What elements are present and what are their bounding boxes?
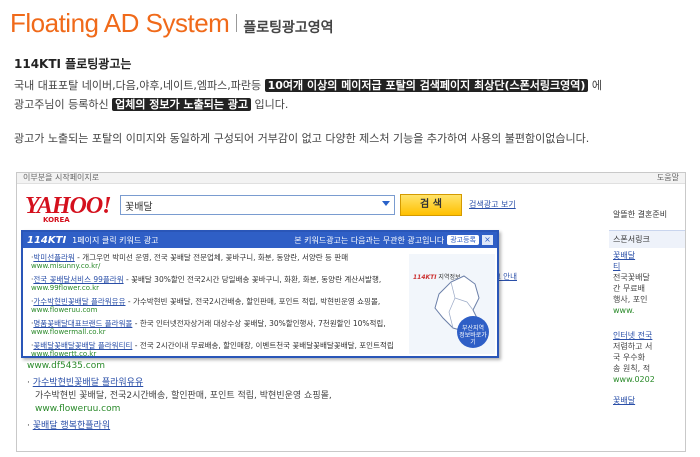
busan-map-banner[interactable]: 114KTI 지역정보 부산지역 정보바로가기 bbox=[409, 254, 495, 354]
portal-screenshot: 이부분을 시작페이지로 도움말 YAHOO! KOREA 꽃배달 검 색 검색광… bbox=[16, 172, 686, 452]
brand-divider bbox=[236, 14, 238, 32]
sponsor-desc: 전국꽃배달 bbox=[613, 273, 650, 282]
popup-ad-item: ·전국 꽃배달서비스 99플라워 - 꽃배달 30%할인 전국2시간 당일배송 … bbox=[31, 275, 396, 292]
intro-p1-end: 에 bbox=[588, 79, 602, 92]
intro-paragraph-2: 광고주님이 등록하신 업체의 정보가 노출되는 광고 입니다. bbox=[14, 96, 288, 114]
busan-region-badge[interactable]: 부산지역 정보바로가기 bbox=[457, 316, 489, 348]
popup-ad-title[interactable]: 박미선플라워 bbox=[33, 253, 74, 262]
popup-ad-desc: - 꽃배달 30%할인 전국2시간 당일배송 꽃바구니, 화환, 화분, 동양란… bbox=[123, 275, 382, 284]
search-query-text: 꽃배달 bbox=[125, 201, 153, 213]
portal-topstrip-right[interactable]: 도움말 bbox=[657, 173, 679, 183]
popup-ad-item: ·가수박현빈꽃배달 플라워유유 - 가수박현빈 꽃배달, 전국2시간배송, 할인… bbox=[31, 297, 396, 314]
yahoo-logo[interactable]: YAHOO! KOREA bbox=[25, 193, 112, 224]
intro-heading: 114KTI 플로팅광고는 bbox=[14, 57, 132, 71]
result-item: · 가수박현빈꽃배달 플라워유유 가수박현빈 꽃배달, 전국2시간배송, 할인판… bbox=[27, 377, 332, 416]
portal-topstrip-left[interactable]: 이부분을 시작페이지로 bbox=[23, 173, 99, 183]
floating-ad-popup[interactable]: 114KTI 1페이지 클릭 키워드 광고 본 키워드광고는 다음과는 무관한 … bbox=[21, 230, 499, 358]
popup-ad-title[interactable]: 꽃배달꽃배달꽃배달 플라워티티 bbox=[33, 341, 132, 350]
portal-search-button[interactable]: 검 색 bbox=[400, 194, 462, 216]
sponsor-desc: 저렴하고 서 bbox=[613, 342, 653, 351]
portal-search-input[interactable]: 꽃배달 bbox=[120, 195, 395, 215]
popup-ad-title[interactable]: 전국 꽃배달서비스 99플라워 bbox=[33, 275, 123, 284]
close-icon[interactable]: × bbox=[482, 235, 493, 245]
right-sponsor-column: 스폰서링크 꽃배달 티 전국꽃배달 간 무료배 행사, 포인 www. 인터넷 … bbox=[609, 230, 685, 408]
popup-ad-list: ·박미선플라워 - 개그우먼 박미선 운영, 전국 꽃배달 전문업체, 꽃바구니… bbox=[31, 253, 396, 363]
popup-ad-desc: - 가수박현빈 꽃배달, 전국2시간배송, 할인판매, 포인트 적립, 박현빈운… bbox=[125, 297, 381, 306]
chevron-down-icon[interactable] bbox=[382, 201, 390, 206]
sponsor-desc: 행사, 포인 bbox=[613, 295, 648, 304]
popup-header: 114KTI 1페이지 클릭 키워드 광고 본 키워드광고는 다음과는 무관한 … bbox=[23, 232, 497, 248]
popup-ad-url[interactable]: www.99flower.co.kr bbox=[31, 284, 396, 292]
result-title[interactable]: 가수박현빈꽃배달 플라워유유 bbox=[33, 378, 144, 388]
popup-ad-desc: - 개그우먼 박미선 운영, 전국 꽃배달 전문업체, 꽃바구니, 화분, 동양… bbox=[74, 253, 349, 262]
result-item: · 꽃배달 행복한플라워 bbox=[27, 420, 110, 433]
intro-p2-end: 입니다. bbox=[251, 98, 289, 111]
sponsor-item: 인터넷 전국 저렴하고 서 국 우수화 송 원칙, 적 www.0202 bbox=[609, 328, 685, 387]
sponsor-title[interactable]: 꽃배달 bbox=[613, 395, 683, 406]
popup-ad-url[interactable]: www.flowermall.co.kr bbox=[31, 328, 396, 336]
popup-logo: 114KTI bbox=[27, 234, 67, 246]
popup-ad-title[interactable]: 가수박현빈꽃배달 플라워유유 bbox=[33, 297, 125, 306]
popup-ad-item: ·명품꽃배달대표브랜드 플라워몰 - 한국 인터넷전자상거래 대상수상 꽃배달,… bbox=[31, 319, 396, 336]
intro-paragraph-3: 광고가 노출되는 포탈의 이미지와 동일하게 구성되어 거부감이 없고 다양한 … bbox=[14, 132, 590, 145]
intro-paragraph-1: 국내 대표포탈 네이버,다음,야후,네이트,엠파스,파란등 10여개 이상의 메… bbox=[14, 77, 602, 95]
sponsor-desc: 간 무료배 bbox=[613, 284, 645, 293]
sponsor-desc: 송 원칙, 적 bbox=[613, 364, 651, 373]
sponsor-title[interactable]: 꽃배달 bbox=[613, 250, 683, 261]
brand-title: Floating AD System bbox=[10, 8, 230, 38]
sponsor-link-heading: 스폰서링크 bbox=[609, 230, 685, 248]
result-title-row: · 꽃배달 행복한플라워 bbox=[27, 421, 111, 431]
sponsor-url[interactable]: www. bbox=[613, 305, 683, 316]
sponsor-title-cont[interactable]: 티 bbox=[613, 261, 683, 272]
intro-p1-highlight: 10여개 이상의 메이저급 포탈의 검색페이지 최상단(스폰서링크영역) bbox=[264, 79, 589, 92]
wedding-prep-link[interactable]: 알뜰한 결혼준비 bbox=[613, 209, 667, 220]
sponsor-desc: 국 우수화 bbox=[613, 353, 645, 362]
portal-top-strip: 이부분을 시작페이지로 도움말 bbox=[17, 173, 685, 184]
intro-p2-text: 광고주님이 등록하신 bbox=[14, 98, 113, 111]
result-title[interactable]: 꽃배달 행복한플라워 bbox=[33, 421, 110, 431]
popup-header-text: 1페이지 클릭 키워드 광고 bbox=[72, 235, 159, 245]
sponsor-item: 꽃배달 티 전국꽃배달 간 무료배 행사, 포인 www. bbox=[609, 248, 685, 318]
badge-line-2: 정보바로가기 bbox=[459, 332, 487, 346]
popup-ad-url[interactable]: www.flowertt.co.kr bbox=[31, 350, 396, 358]
badge-line-1: 부산지역 bbox=[461, 325, 485, 332]
search-ads-link[interactable]: 검색광고 보기 bbox=[469, 199, 516, 210]
popup-header-note: 본 키워드광고는 다음과는 무관한 광고입니다 bbox=[294, 235, 445, 245]
intro-p2-highlight: 업체의 정보가 노출되는 광고 bbox=[112, 98, 252, 111]
sponsor-item: 꽃배달 bbox=[609, 393, 685, 408]
popup-ad-desc: - 한국 인터넷전자상거래 대상수상 꽃배달, 30%할인행사, 7천원할인 1… bbox=[132, 319, 386, 328]
result-desc: 가수박현빈 꽃배달, 전국2시간배송, 할인판매, 포인트 적립, 박현빈운영 … bbox=[35, 391, 332, 401]
brand-subtitle: 플로팅광고영역 bbox=[243, 20, 334, 36]
result-title-row: · 가수박현빈꽃배달 플라워유유 bbox=[27, 378, 144, 388]
popup-ad-title[interactable]: 명품꽃배달대표브랜드 플라워몰 bbox=[33, 319, 132, 328]
popup-ad-desc: - 전국 2시간이내 무료배송, 할인매장, 이벤트천국 꽃배달꽃배달꽃배달, … bbox=[132, 341, 394, 350]
brand-header: Floating AD System 플로팅광고영역 bbox=[10, 8, 333, 39]
popup-ad-url[interactable]: www.misunny.co.kr/ bbox=[31, 262, 396, 270]
popup-ad-item: ·꽃배달꽃배달꽃배달 플라워티티 - 전국 2시간이내 무료배송, 할인매장, … bbox=[31, 341, 396, 358]
popup-ad-item: ·박미선플라워 - 개그우먼 박미선 운영, 전국 꽃배달 전문업체, 꽃바구니… bbox=[31, 253, 396, 270]
sponsor-url[interactable]: www.0202 bbox=[613, 374, 683, 385]
result-url[interactable]: www.floweruu.com bbox=[27, 403, 332, 416]
sponsor-title[interactable]: 인터넷 전국 bbox=[613, 330, 683, 341]
popup-ad-url[interactable]: www.floweruu.com bbox=[31, 306, 396, 314]
intro-p1-text: 국내 대표포탈 네이버,다음,야후,네이트,엠파스,파란등 bbox=[14, 79, 265, 92]
ad-register-button[interactable]: 광고등록 bbox=[447, 235, 479, 245]
